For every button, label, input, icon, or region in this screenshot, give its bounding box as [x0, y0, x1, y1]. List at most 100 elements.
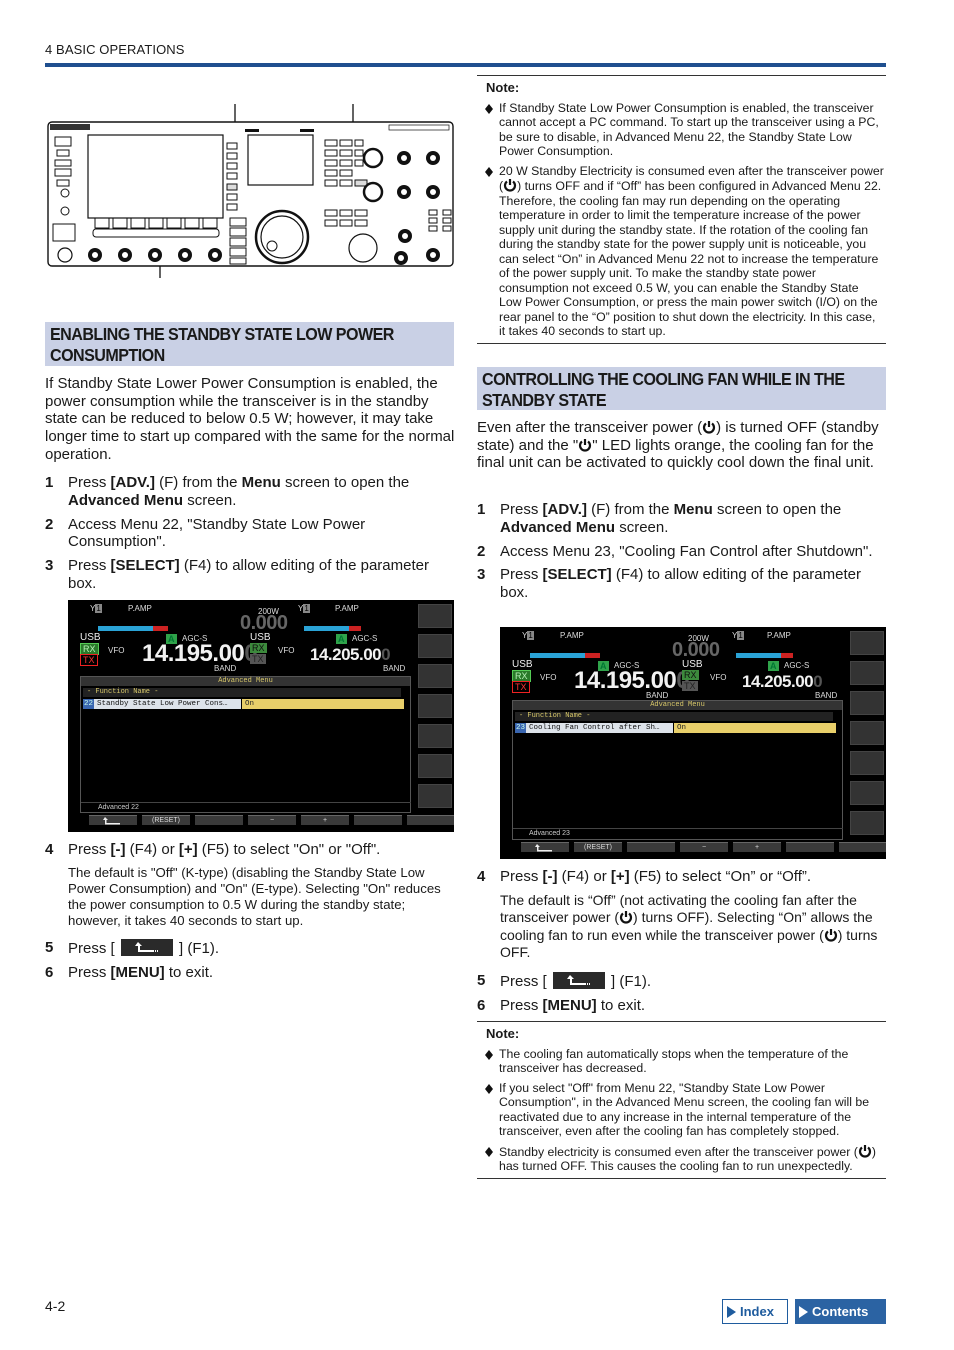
step-text: Press [500, 501, 543, 518]
section-title-line: ENABLING THE STANDBY STATE LOW POWER [50, 324, 394, 344]
side-key[interactable] [850, 661, 884, 685]
back-key-icon [120, 938, 173, 956]
section-title-line: CONTROLLING THE COOLING FAN WHILE IN THE [482, 369, 845, 389]
side-key[interactable] [418, 664, 452, 688]
note-text: If Standby State Low Power Consumption i… [499, 100, 879, 159]
section-title-line: CONSUMPTION [50, 345, 165, 365]
step-5: 5 Press [ ] (F1). [45, 938, 455, 958]
page-number: 4-2 [45, 1298, 66, 1314]
advanced-menu-23-screenshot: Y1 P.AMP 200W 0.000 Y1 P.AMP USB RX TX V… [500, 627, 886, 859]
side-key[interactable] [418, 694, 452, 718]
step-4-detail: The default is "Off" (K-type) (disabling… [68, 864, 441, 928]
f7-key[interactable] [407, 815, 454, 825]
step-text: Press [500, 996, 543, 1014]
triangle-right-icon [727, 1305, 736, 1318]
step-number: 4 [477, 868, 486, 885]
contents-link[interactable]: Contents [795, 1299, 886, 1324]
index-label: Index [740, 1304, 774, 1319]
chapter-heading: 4 BASIC OPERATIONS [45, 42, 185, 57]
f6-key[interactable] [786, 842, 834, 852]
f5-plus-key[interactable]: + [301, 815, 349, 825]
key-name: [+] [178, 841, 198, 858]
main-frequency: 14.195.000 [574, 667, 690, 694]
section-header-standby-low-power: ENABLING THE STANDBY STATE LOW POWER CON… [45, 322, 454, 366]
step-text: screen to open the [280, 474, 410, 491]
f2-reset-key[interactable]: (RESET) [142, 815, 190, 825]
step-number: 1 [45, 474, 54, 491]
step-4-detail: The default is “Off” (not activating the… [500, 892, 887, 962]
diamond-bullet-icon [485, 1083, 493, 1094]
step-text: (F4) or [557, 868, 611, 885]
side-key[interactable] [418, 634, 452, 658]
f6-key[interactable] [354, 815, 402, 825]
sub-s-meter-bar [736, 653, 781, 658]
f3-key[interactable] [627, 842, 675, 852]
menu-row-function[interactable]: 22 Standby State Low Power Cons… [83, 699, 241, 709]
f2-reset-key[interactable]: (RESET) [574, 842, 622, 852]
note-text: Standby electricity is consumed even aft… [499, 1144, 858, 1159]
sub-s-meter-over [781, 653, 793, 658]
sub-pamp-label: P.AMP [335, 604, 359, 613]
sub-tx-indicator: TX [250, 654, 266, 664]
index-link[interactable]: Index [722, 1299, 788, 1324]
s-meter-bar [530, 653, 585, 658]
f4-minus-key[interactable]: − [680, 842, 728, 852]
step-2: 2 Access Menu 23, "Cooling Fan Control a… [477, 543, 887, 561]
antenna-label: Y1 [522, 631, 534, 640]
diamond-bullet-icon [485, 166, 493, 177]
advanced-menu-22-screenshot: Y1 P.AMP 200W 0.000 Y1 P.AMP USB RX TX V… [68, 600, 454, 832]
key-name: [SELECT] [542, 566, 612, 584]
f7-key[interactable] [839, 842, 886, 852]
step-3: 3 Press [SELECT] (F4) to allow editing o… [45, 557, 455, 593]
side-key[interactable] [850, 721, 884, 745]
f3-key[interactable] [195, 815, 243, 825]
antenna-label: Y1 [90, 604, 102, 613]
side-key[interactable] [850, 811, 884, 835]
side-key[interactable] [850, 751, 884, 775]
main-vfo-label: VFO [540, 673, 557, 682]
menu-row-value[interactable]: On [242, 699, 404, 709]
side-key[interactable] [418, 604, 452, 628]
side-key[interactable] [850, 781, 884, 805]
back-key-icon [552, 971, 605, 989]
step-number: 2 [45, 515, 54, 533]
step-text: (F5) to select “On” or “Off”. [629, 868, 812, 885]
side-key[interactable] [418, 784, 452, 808]
power-icon [703, 421, 716, 434]
sub-frequency: 14.205.000 [742, 672, 823, 691]
step-text: (F4) or [125, 841, 179, 858]
step-2: 2 Access Menu 22, "Standby State Low Pow… [45, 516, 455, 552]
f5-plus-key[interactable]: + [733, 842, 781, 852]
diamond-bullet-icon [485, 103, 493, 114]
menu-row-function[interactable]: 23 Cooling Fan Control after Sh… [515, 723, 673, 733]
f1-back-key[interactable] [521, 842, 569, 852]
side-key[interactable] [418, 754, 452, 778]
side-key[interactable] [850, 691, 884, 715]
main-mode: USB [80, 632, 101, 643]
main-band-label: BAND [646, 691, 669, 700]
f1-back-key[interactable] [89, 815, 137, 825]
sub-tx-indicator: TX [682, 681, 698, 691]
menu-row-value[interactable]: On [674, 723, 836, 733]
step-4: 4 Press [-] (F4) or [+] (F5) to select “… [477, 868, 887, 886]
step-text: (F) from the [586, 501, 674, 518]
intro-text: Even after the transceiver power ( [477, 419, 703, 436]
step-text: Press [68, 841, 111, 858]
side-key[interactable] [850, 631, 884, 655]
sub-s-meter-over [349, 626, 361, 631]
step-1: 1 Press [ADV.] (F) from the Menu screen … [45, 474, 455, 510]
step-text: screen to open the [712, 501, 842, 518]
f4-minus-key[interactable]: − [248, 815, 296, 825]
note-text: The cooling fan automatically stops when… [499, 1046, 849, 1076]
step-text: Press [ [68, 939, 115, 957]
sub-frequency: 14.205.000 [310, 645, 391, 664]
section2-steps-1-3: 1 Press [ADV.] (F) from the Menu screen … [477, 501, 887, 608]
step-4: 4 Press [-] (F4) or [+] (F5) to select "… [45, 841, 455, 859]
step-text: screen. [183, 491, 237, 509]
section1-steps-1-3: 1 Press [ADV.] (F) from the Menu screen … [45, 474, 455, 599]
step-text: ] (F1). [179, 939, 220, 957]
side-key[interactable] [418, 724, 452, 748]
menu-title: Advanced Menu [513, 701, 842, 710]
sub-antenna-label: Y1 [298, 604, 310, 613]
sub-mode: USB [682, 659, 703, 670]
